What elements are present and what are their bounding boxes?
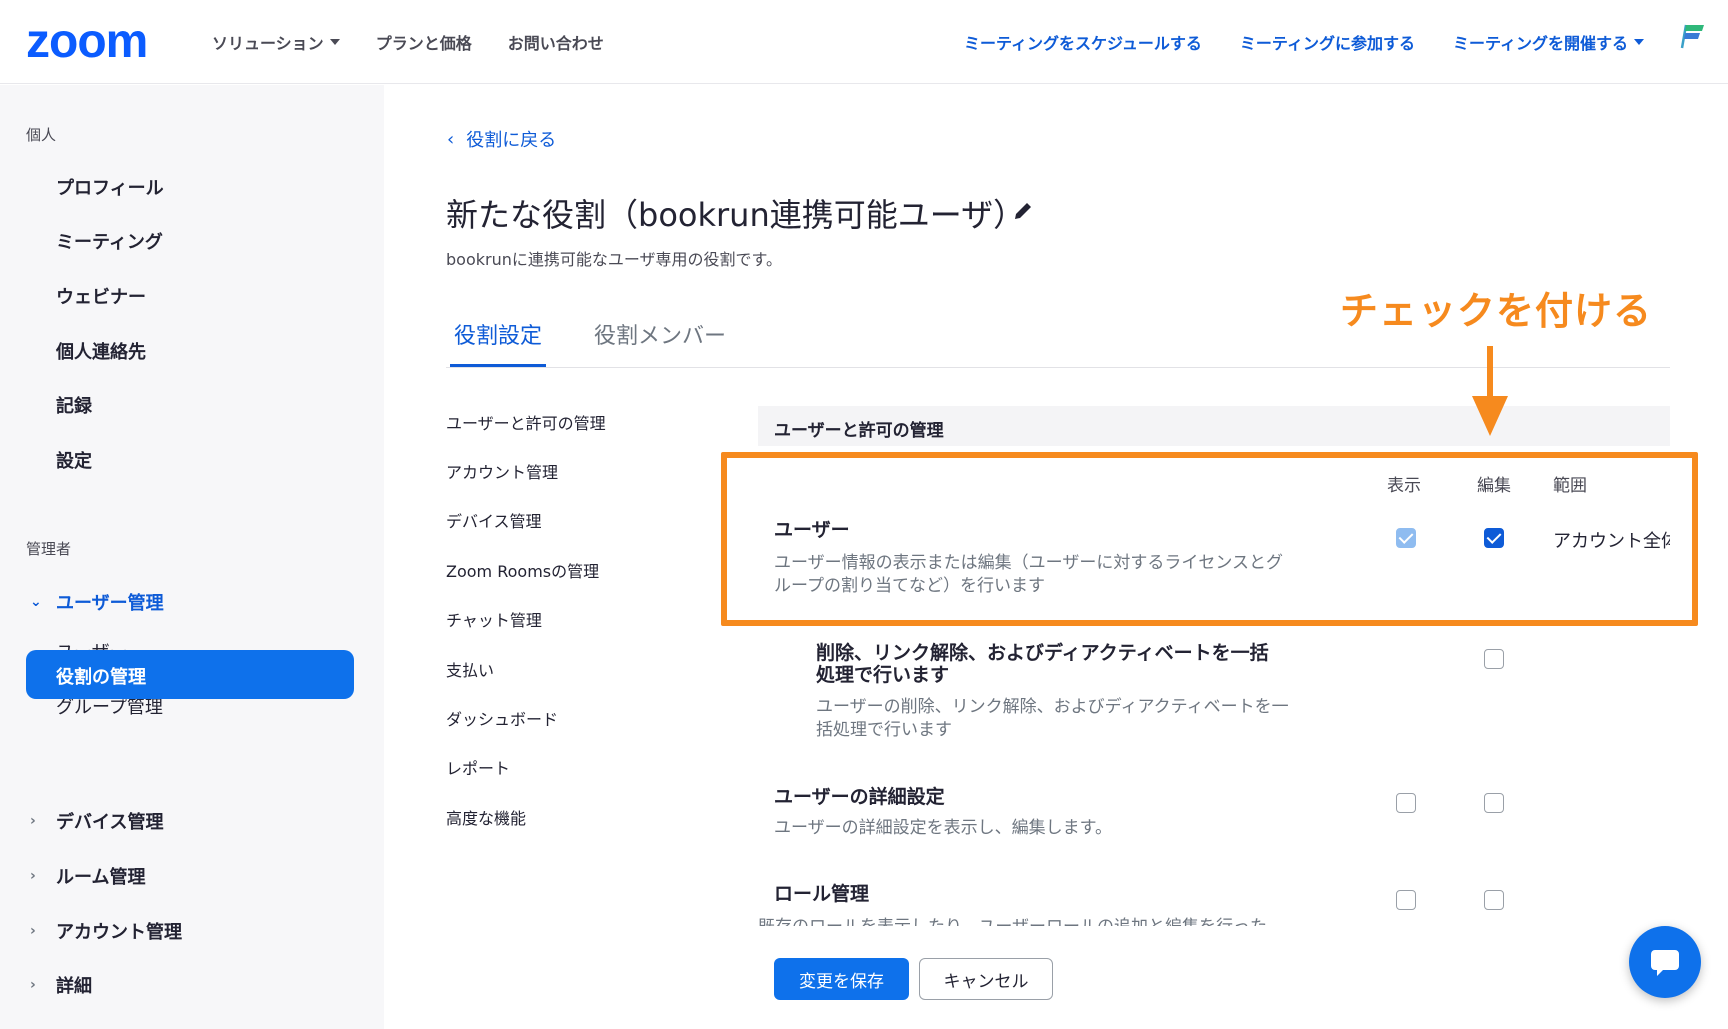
nav-join-meeting[interactable]: ミーティングに参加する xyxy=(1240,30,1415,54)
sidebar-item-settings[interactable]: 設定 xyxy=(56,447,92,473)
caret-down-icon xyxy=(329,39,340,45)
nav-host-meeting[interactable]: ミーティングを開催する xyxy=(1453,30,1644,54)
nav-join-label: ミーティングに参加する xyxy=(1239,34,1415,53)
permission-bulk-title-2: 処理で行います xyxy=(816,664,950,686)
back-to-roles-link[interactable]: ‹ 役割に戻る xyxy=(447,126,556,152)
chevron-left-icon: ‹ xyxy=(447,128,455,150)
advanced-view-checkbox[interactable] xyxy=(1396,793,1416,813)
chevron-right-icon: › xyxy=(30,977,36,993)
save-changes-button[interactable]: 変更を保存 xyxy=(774,958,909,1000)
category-users-permissions[interactable]: ユーザーと許可の管理 xyxy=(446,410,606,434)
chat-support-button[interactable] xyxy=(1629,926,1701,998)
nav-plans-label: プランと価格 xyxy=(375,34,472,53)
sidebar-group-user-management[interactable]: ⌄ ユーザー管理 xyxy=(30,589,164,615)
nav-solutions[interactable]: ソリューション xyxy=(212,30,340,54)
caret-down-icon xyxy=(1634,39,1644,45)
sidebar-group-account-management[interactable]: › アカウント管理 xyxy=(30,918,182,944)
category-chat-management[interactable]: チャット管理 xyxy=(446,607,542,631)
chat-bubble-icon xyxy=(1651,950,1679,976)
column-edit: 編集 xyxy=(1477,476,1511,496)
chevron-right-icon: › xyxy=(30,868,36,884)
sidebar-section-personal: 個人 xyxy=(26,126,57,144)
chevron-right-icon: › xyxy=(30,923,36,939)
pencil-icon[interactable] xyxy=(1012,200,1034,222)
sidebar-group-label: ルーム管理 xyxy=(56,867,146,888)
top-header: zoom ソリューション プランと価格 お問い合わせ ミーティングをスケジュール… xyxy=(0,0,1728,84)
category-billing[interactable]: 支払い xyxy=(446,657,494,681)
arrow-down-icon xyxy=(1472,346,1508,436)
nav-right: ミーティングをスケジュールする ミーティングに参加する ミーティングを開催する xyxy=(964,30,1644,54)
sidebar-group-label: デバイス管理 xyxy=(56,812,164,833)
annotation-highlight-box xyxy=(721,452,1698,626)
permission-role-desc: 既存のロールを表示したり、ユーザーロールの追加と編集を行った xyxy=(758,916,1318,926)
sidebar-group-room-management[interactable]: › ルーム管理 xyxy=(30,863,145,889)
permission-users-desc-1: ユーザー情報の表示または編集（ユーザーに対するライセンスとグ xyxy=(774,553,1283,573)
back-link-label: 役割に戻る xyxy=(466,130,557,151)
sidebar-item-role-management[interactable]: 役割の管理 xyxy=(26,650,354,699)
column-scope: 範囲 xyxy=(1553,476,1587,496)
nav-schedule-label: ミーティングをスケジュールする xyxy=(963,34,1202,53)
flag-icon[interactable] xyxy=(1678,22,1706,50)
sidebar-group-label: ユーザー管理 xyxy=(56,593,164,614)
sidebar-item-recordings[interactable]: 記録 xyxy=(56,392,92,418)
users-view-checkbox[interactable] xyxy=(1396,528,1416,548)
sidebar-item-profile[interactable]: プロフィール xyxy=(56,174,164,200)
permission-role-title: ロール管理 xyxy=(774,883,870,905)
permission-users-desc-2: ループの割り当てなど）を行います xyxy=(774,576,1045,596)
nav-host-label: ミーティングを開催する xyxy=(1452,34,1628,53)
sidebar-group-advanced[interactable]: › 詳細 xyxy=(30,972,92,998)
category-dashboard[interactable]: ダッシュボード xyxy=(446,706,558,730)
nav-left: ソリューション プランと価格 お問い合わせ xyxy=(212,30,604,54)
sidebar-item-webinars[interactable]: ウェビナー xyxy=(56,283,146,309)
category-reports[interactable]: レポート xyxy=(446,755,510,779)
page-description: bookrunに連携可能なユーザ専用の役割です。 xyxy=(446,250,782,269)
role-edit-checkbox[interactable] xyxy=(1484,890,1504,910)
sidebar-item-meetings[interactable]: ミーティング xyxy=(56,228,163,254)
chevron-right-icon: › xyxy=(30,813,36,829)
category-zoom-rooms[interactable]: Zoom Roomsの管理 xyxy=(446,558,599,582)
permission-advanced-desc: ユーザーの詳細設定を表示し、編集します。 xyxy=(774,818,1112,838)
category-device-management[interactable]: デバイス管理 xyxy=(446,508,542,532)
annotation-label: チェックを付ける xyxy=(1340,289,1653,333)
tab-role-settings[interactable]: 役割設定 xyxy=(450,318,547,367)
nav-contact[interactable]: お問い合わせ xyxy=(508,30,604,54)
advanced-edit-checkbox[interactable] xyxy=(1484,793,1504,813)
sidebar-group-device-management[interactable]: › デバイス管理 xyxy=(30,808,163,834)
sidebar-item-contacts[interactable]: 個人連絡先 xyxy=(56,338,146,364)
category-account-management[interactable]: アカウント管理 xyxy=(446,459,558,483)
permission-advanced-title: ユーザーの詳細設定 xyxy=(774,786,945,808)
sidebar-group-label: アカウント管理 xyxy=(56,922,182,943)
users-scope-value[interactable]: アカウント全体 xyxy=(1553,527,1670,553)
sidebar-group-label: 詳細 xyxy=(56,976,92,997)
column-view: 表示 xyxy=(1387,476,1421,496)
permission-bulk-title-1: 削除、リンク解除、およびディアクティベートを一括 xyxy=(816,642,1269,664)
users-edit-checkbox[interactable] xyxy=(1484,528,1504,548)
nav-contact-label: お問い合わせ xyxy=(507,34,604,53)
nav-solutions-label: ソリューション xyxy=(212,34,324,53)
permission-role-desc-clip: 既存のロールを表示したり、ユーザーロールの追加と編集を行った xyxy=(758,916,1318,926)
zoom-logo[interactable]: zoom xyxy=(26,18,148,66)
page-title: 新たな役割（bookrun連携可能ユーザ） xyxy=(446,196,1026,234)
cancel-button[interactable]: キャンセル xyxy=(919,958,1053,1000)
section-header: ユーザーと許可の管理 xyxy=(758,406,1670,446)
bulk-edit-checkbox[interactable] xyxy=(1484,649,1504,669)
category-advanced-features[interactable]: 高度な機能 xyxy=(446,805,526,829)
tab-role-members[interactable]: 役割メンバー xyxy=(594,318,726,364)
chevron-down-icon: ⌄ xyxy=(30,594,42,610)
role-view-checkbox[interactable] xyxy=(1396,890,1416,910)
nav-schedule-meeting[interactable]: ミーティングをスケジュールする xyxy=(964,30,1202,54)
permission-bulk-desc-2: 括処理で行います xyxy=(816,720,952,740)
sidebar-section-admin: 管理者 xyxy=(26,540,72,558)
nav-plans-pricing[interactable]: プランと価格 xyxy=(376,30,472,54)
permission-bulk-desc-1: ユーザーの削除、リンク解除、およびディアクティベートを一 xyxy=(816,697,1289,717)
permission-users-title: ユーザー xyxy=(774,519,850,541)
